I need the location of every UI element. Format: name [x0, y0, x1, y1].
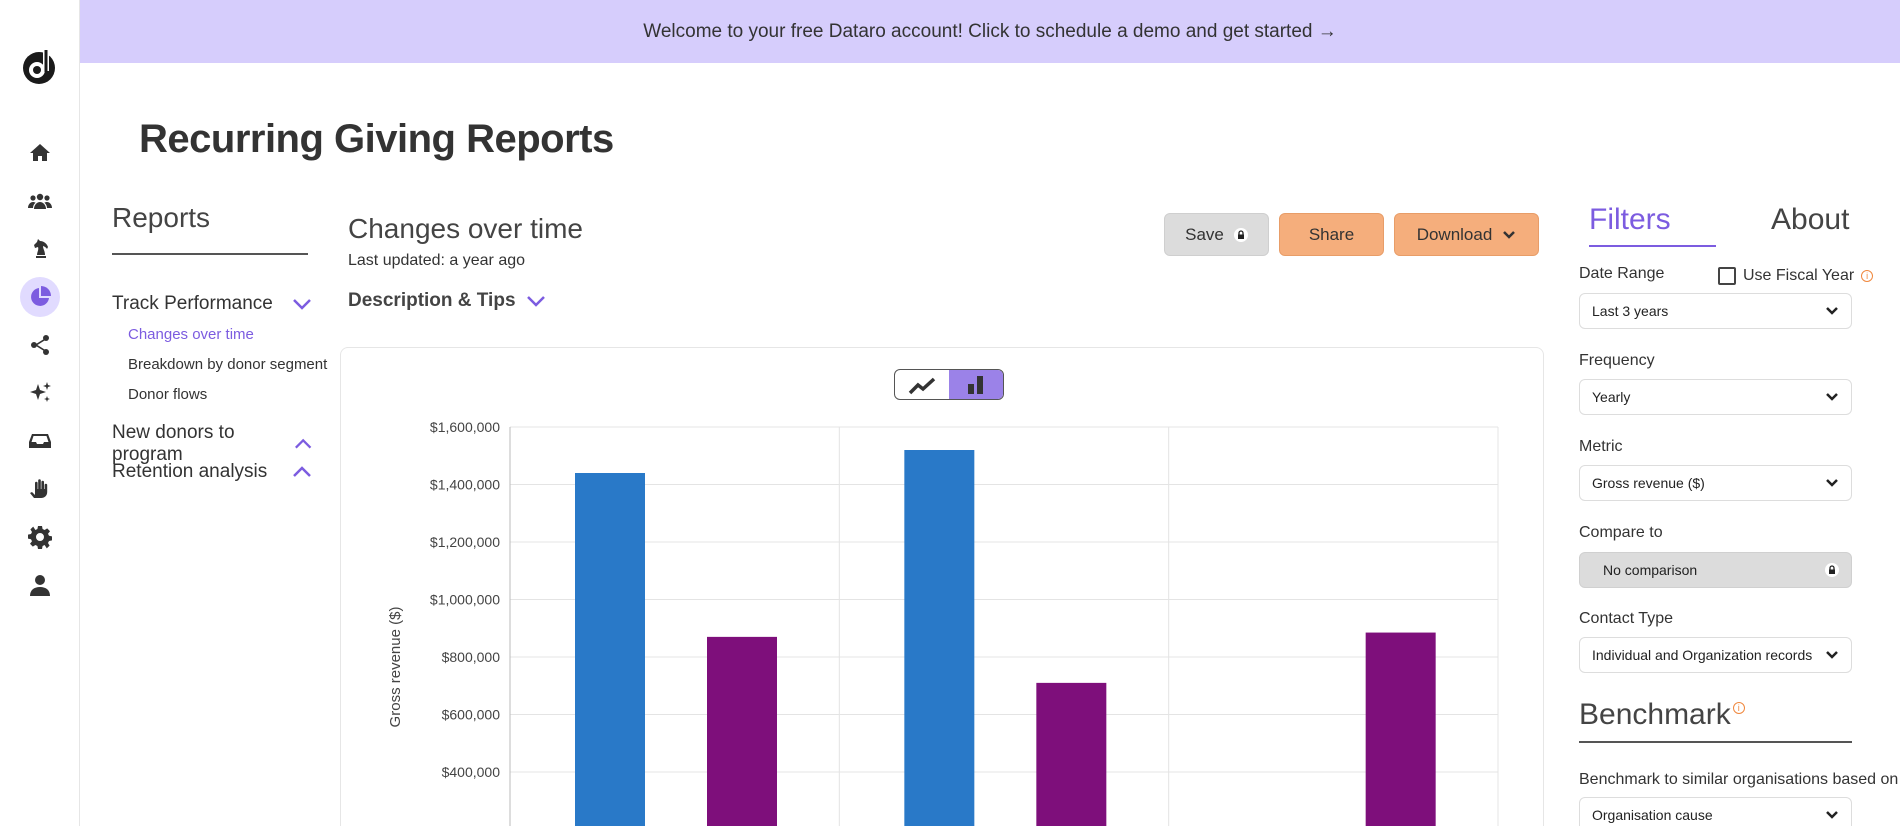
save-label: Save: [1185, 224, 1224, 244]
chart-view-toggle: [894, 369, 1004, 400]
section-track-performance[interactable]: Track Performance: [112, 293, 312, 315]
reports-heading: Reports: [112, 202, 211, 233]
reports-pie-icon[interactable]: [0, 277, 80, 317]
compare-to-label: Compare to: [1579, 524, 1663, 541]
chevron-down-icon: [1826, 811, 1838, 819]
description-tips-toggle[interactable]: Description & Tips: [348, 290, 546, 312]
user-icon[interactable]: [0, 565, 80, 605]
bar-series-2-group-1[interactable]: [707, 636, 777, 826]
y-tick-label: $1,600,000: [430, 419, 500, 435]
y-tick-label: $1,000,000: [430, 592, 500, 608]
report-title: Changes over time: [348, 213, 584, 244]
chevron-down-icon: [1826, 479, 1838, 487]
frequency-value: Yearly: [1592, 389, 1631, 405]
welcome-banner[interactable]: Welcome to your free Dataro account! Cli…: [80, 0, 1900, 63]
app-root: Welcome to your free Dataro account! Cli…: [0, 0, 1900, 826]
inbox-icon[interactable]: [0, 421, 80, 461]
bar-series-2-group-3[interactable]: [1365, 632, 1436, 826]
description-tips-label: Description & Tips: [348, 290, 516, 311]
bar-chart-toggle[interactable]: [949, 370, 1003, 399]
bar-series-1-group-1[interactable]: [575, 473, 645, 826]
section-new-donors-to-program[interactable]: New donors to program: [112, 422, 312, 466]
fiscal-year-option: Use Fiscal Year i: [1718, 267, 1874, 285]
metric-value: Gross revenue ($): [1592, 475, 1705, 491]
benchmark-value: Organisation cause: [1592, 807, 1713, 823]
date-range-select[interactable]: Last 3 years: [1579, 293, 1852, 329]
benchmark-title: Benchmark: [1579, 698, 1731, 731]
chevron-up-icon: [293, 466, 311, 477]
section-retention-analysis[interactable]: Retention analysis: [112, 461, 312, 483]
chevron-down-icon: [1503, 230, 1516, 239]
tab-filters[interactable]: Filters: [1589, 203, 1671, 237]
download-button[interactable]: Download: [1394, 213, 1539, 256]
frequency-label: Frequency: [1579, 352, 1655, 369]
chevron-down-icon: [1826, 307, 1838, 315]
section-label: New donors to program: [112, 422, 235, 465]
home-icon[interactable]: [0, 133, 80, 173]
bar-series-1-group-2[interactable]: [904, 450, 975, 826]
metric-select[interactable]: Gross revenue ($): [1579, 465, 1852, 501]
last-updated: Last updated: a year ago: [348, 252, 526, 269]
compare-to-select: No comparison: [1579, 552, 1852, 588]
page-title: Recurring Giving Reports: [139, 117, 614, 161]
y-tick-label: $1,400,000: [430, 477, 500, 493]
contact-type-label: Contact Type: [1579, 610, 1673, 627]
date-range-value: Last 3 years: [1592, 303, 1669, 319]
icon-rail: [0, 0, 80, 826]
report-item-changes-over-time[interactable]: Changes over time: [128, 326, 254, 343]
chevron-down-icon: [293, 299, 311, 310]
y-tick-label: $800,000: [442, 649, 501, 665]
bar-series-2-group-2[interactable]: [1036, 682, 1107, 826]
active-indicator: [20, 277, 60, 317]
chevron-down-icon: [1826, 393, 1838, 401]
frequency-select[interactable]: Yearly: [1579, 379, 1852, 415]
metric-label: Metric: [1579, 438, 1623, 455]
tab-about[interactable]: About: [1771, 203, 1849, 237]
line-chart-icon: [908, 377, 936, 394]
settings-icon[interactable]: [0, 517, 80, 557]
chart-grid: [509, 426, 1499, 826]
share-button[interactable]: Share: [1279, 213, 1384, 256]
revenue-bar-chart: $400,000 $600,000 $800,000 $1,000,000 $1,200…: [387, 419, 1499, 826]
info-icon[interactable]: i: [1732, 702, 1745, 714]
chevron-down-icon: [1826, 651, 1838, 659]
hands-icon[interactable]: [0, 469, 80, 509]
contact-type-select[interactable]: Individual and Organization records: [1579, 637, 1852, 673]
benchmark-select[interactable]: Organisation cause: [1579, 797, 1852, 826]
reports-divider: [112, 253, 308, 255]
lock-icon: [1825, 563, 1839, 577]
benchmark-based-on-label: Benchmark to similar organisations based…: [1579, 771, 1899, 788]
report-item-donor-flows[interactable]: Donor flows: [128, 386, 207, 403]
bar-chart-icon: [968, 375, 983, 394]
donors-icon[interactable]: [0, 181, 80, 221]
sparkles-icon[interactable]: [0, 373, 80, 413]
fiscal-year-checkbox[interactable]: [1718, 267, 1736, 285]
y-axis-label: Gross revenue ($): [387, 607, 404, 728]
date-range-label: Date Range: [1579, 265, 1665, 282]
y-tick-label: $600,000: [442, 707, 501, 723]
share-icon[interactable]: [0, 325, 80, 365]
chevron-up-icon: [294, 438, 311, 449]
lock-icon: [1233, 227, 1248, 242]
chevron-down-icon: [526, 296, 545, 307]
section-label: Retention analysis: [112, 461, 268, 482]
info-icon[interactable]: i: [1861, 270, 1874, 282]
benchmark-divider: [1579, 741, 1852, 743]
download-label: Download: [1416, 224, 1493, 244]
dataro-logo[interactable]: [20, 46, 58, 86]
benchmark-heading: Benchmark i: [1579, 698, 1745, 732]
compare-to-value: No comparison: [1603, 562, 1698, 578]
save-button[interactable]: Save: [1164, 213, 1269, 256]
line-chart-toggle[interactable]: [895, 370, 949, 399]
section-label: Track Performance: [112, 293, 273, 314]
y-tick-label: $400,000: [442, 764, 501, 780]
y-axis-ticks: $400,000 $600,000 $800,000 $1,000,000 $1,200…: [430, 419, 500, 780]
y-tick-label: $1,200,000: [430, 534, 500, 550]
chart-bars: [575, 450, 1436, 826]
active-tab-underline: [1589, 245, 1716, 247]
chess-knight-icon[interactable]: [0, 229, 80, 269]
fiscal-year-label: Use Fiscal Year: [1743, 267, 1855, 284]
report-item-breakdown-by-donor-segment[interactable]: Breakdown by donor segment: [128, 356, 327, 373]
contact-type-value: Individual and Organization records: [1592, 647, 1813, 663]
